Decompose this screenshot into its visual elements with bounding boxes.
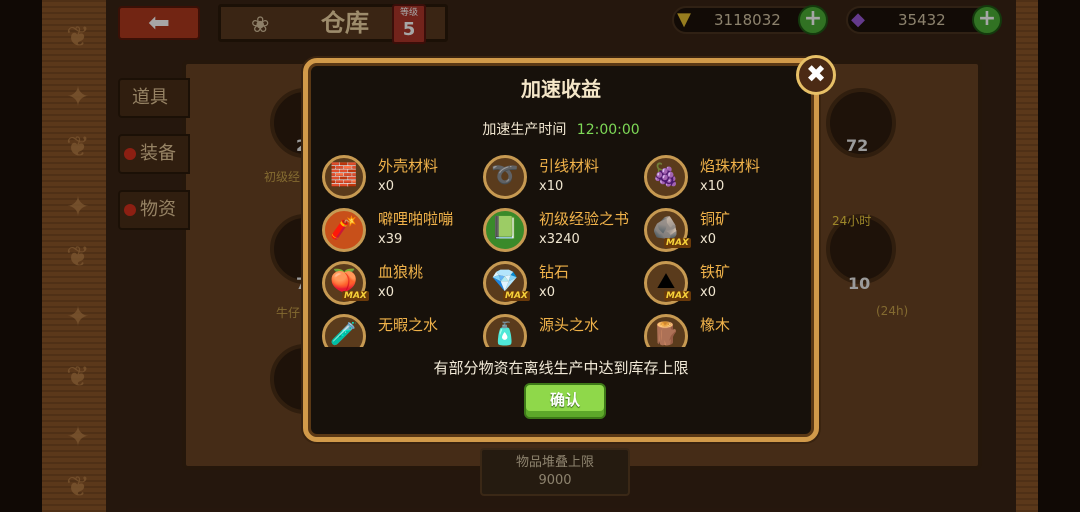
speed-time-row: 加速生产时间 12:00:00 xyxy=(308,119,814,139)
item-quantity: x0 xyxy=(700,232,716,247)
item-name: 橡木 xyxy=(700,316,731,334)
reward-item: 🧱 外壳材料 x0 xyxy=(322,153,482,201)
max-badge: MAX xyxy=(664,238,691,248)
speed-time: 12:00:00 xyxy=(576,122,640,138)
reward-item: 🍑 MAX 血狼桃 x0 xyxy=(322,259,482,307)
item-name: 引线材料 xyxy=(539,157,600,175)
reward-item: 🍇 焰珠材料 x10 xyxy=(644,153,804,201)
reward-item: 🪨 MAX 铜矿 x0 xyxy=(644,206,804,254)
item-quantity: x0 xyxy=(378,179,394,194)
item-quantity: x0 xyxy=(378,285,394,300)
reward-item: ⛰ MAX 铁矿 x0 xyxy=(644,259,804,307)
source-water-icon: 🧴 xyxy=(483,314,527,347)
max-badge: MAX xyxy=(342,291,369,301)
max-badge: MAX xyxy=(503,291,530,301)
speed-up-dialog: 加速收益 ✖ 加速生产时间 12:00:00 🧱 外壳材料 x0 ➰ 引线材料 … xyxy=(303,55,836,442)
reward-item: 💎 MAX 钻石 x0 xyxy=(483,259,643,307)
oak-wood-icon: 🪵 xyxy=(644,314,688,347)
item-name: 源头之水 xyxy=(539,316,600,334)
firecracker-icon: 🧨 xyxy=(322,208,366,252)
confirm-button[interactable]: 确认 xyxy=(524,383,606,419)
item-name: 血狼桃 xyxy=(378,263,424,281)
close-button[interactable]: ✖ xyxy=(796,55,836,95)
shell-material-icon: 🧱 xyxy=(322,155,366,199)
item-quantity: x3240 xyxy=(539,232,580,247)
item-name: 噼哩啪啦嘣 xyxy=(378,210,454,228)
item-quantity: x0 xyxy=(700,285,716,300)
item-name: 无暇之水 xyxy=(378,316,439,334)
max-badge: MAX xyxy=(664,291,691,301)
inventory-limit-notice: 有部分物资在离线生产中达到库存上限 xyxy=(433,359,689,377)
item-name: 铜矿 xyxy=(700,210,731,228)
item-quantity: x10 xyxy=(700,179,725,194)
item-quantity: x10 xyxy=(539,179,564,194)
speed-label: 加速生产时间 xyxy=(482,122,567,138)
reward-item: 🧪 无暇之水 xyxy=(322,312,482,347)
reward-item-list[interactable]: 🧱 外壳材料 x0 ➰ 引线材料 x10 🍇 焰珠材料 x10 🧨 噼哩啪啦嘣 … xyxy=(322,153,812,347)
fuse-material-icon: ➰ xyxy=(483,155,527,199)
reward-item: 📗 初级经验之书 x3240 xyxy=(483,206,643,254)
item-name: 初级经验之书 xyxy=(539,210,630,228)
item-quantity: x0 xyxy=(539,285,555,300)
dialog-title: 加速收益 xyxy=(521,77,601,101)
item-name: 钻石 xyxy=(539,263,570,281)
item-name: 铁矿 xyxy=(700,263,731,281)
reward-item: 🪵 橡木 xyxy=(644,312,804,347)
close-icon: ✖ xyxy=(805,60,827,88)
reward-item: 🧴 源头之水 xyxy=(483,312,643,347)
reward-item: ➰ 引线材料 x10 xyxy=(483,153,643,201)
reward-item: 🧨 噼哩啪啦嘣 x39 xyxy=(322,206,482,254)
item-name: 外壳材料 xyxy=(378,157,439,175)
exp-book-icon: 📗 xyxy=(483,208,527,252)
item-name: 焰珠材料 xyxy=(700,157,761,175)
item-quantity: x39 xyxy=(378,232,403,247)
flawless-water-icon: 🧪 xyxy=(322,314,366,347)
flame-bead-icon: 🍇 xyxy=(644,155,688,199)
